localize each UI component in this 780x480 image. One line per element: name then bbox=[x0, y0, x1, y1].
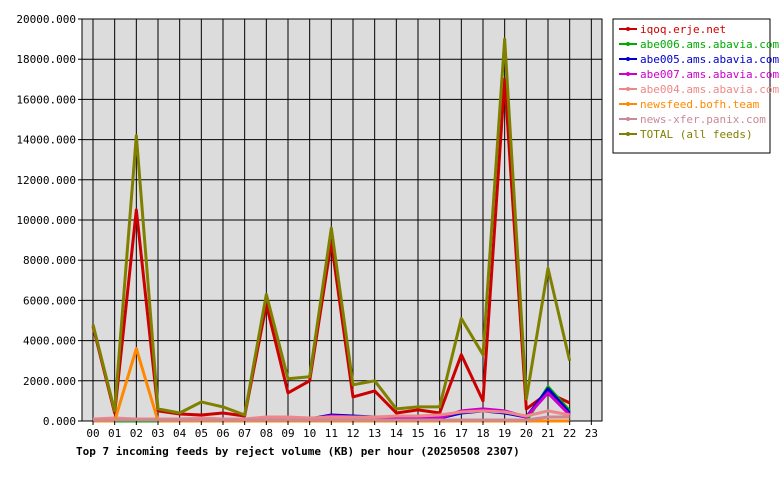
x-tick-label: 04 bbox=[173, 427, 187, 440]
x-tick-label: 12 bbox=[346, 427, 359, 440]
y-tick-label: 0.000 bbox=[43, 415, 76, 428]
legend: iqoq.erje.net abe006.ams.abavia.com abe005… bbox=[612, 18, 779, 154]
x-tick-label: 13 bbox=[368, 427, 381, 440]
x-tick-label: 03 bbox=[151, 427, 164, 440]
x-tick-label: 02 bbox=[130, 427, 143, 440]
legend-label-abe007-ams-abavia-com: abe007.ams.abavia.com bbox=[640, 68, 779, 81]
legend-marker-abe007-ams-abavia-com bbox=[626, 72, 630, 76]
y-tick-label: 4000.000 bbox=[23, 335, 76, 348]
legend-label-abe006-ams-abavia-com: abe006.ams.abavia.com bbox=[640, 38, 779, 51]
legend-marker-abe005-ams-abavia-com bbox=[626, 57, 630, 61]
x-tick-label: 09 bbox=[281, 427, 294, 440]
x-tick-label: 01 bbox=[108, 427, 121, 440]
x-tick-label: 06 bbox=[216, 427, 229, 440]
legend-label-abe005-ams-abavia-com: abe005.ams.abavia.com bbox=[640, 53, 779, 66]
legend-label-iqoq-erje-net: iqoq.erje.net bbox=[640, 23, 726, 36]
x-tick-label: 07 bbox=[238, 427, 251, 440]
legend-marker-iqoq-erje-net bbox=[626, 27, 630, 31]
x-tick-label: 17 bbox=[455, 427, 468, 440]
y-tick-label: 14000.000 bbox=[16, 134, 76, 147]
x-tick-label: 20 bbox=[520, 427, 533, 440]
y-tick-label: 10000.000 bbox=[16, 214, 76, 227]
x-tick-label: 19 bbox=[498, 427, 511, 440]
x-tick-label: 00 bbox=[86, 427, 99, 440]
chart-container: 00 01 02 03 04 05 06 07 08 09 10 11 12 13 14 15 16 17 18 19… bbox=[0, 0, 780, 480]
y-tick-label: 6000.000 bbox=[23, 294, 76, 307]
legend-marker-news-xfer-panix-com bbox=[626, 117, 630, 121]
y-tick-label: 20000.000 bbox=[16, 13, 76, 26]
chart-title: Top 7 incoming feeds by reject volume (K… bbox=[76, 445, 520, 458]
x-tick-label: 05 bbox=[195, 427, 208, 440]
y-tick-label: 12000.000 bbox=[16, 174, 76, 187]
x-tick-label: 21 bbox=[541, 427, 554, 440]
x-tick-label: 14 bbox=[390, 427, 404, 440]
legend-marker-abe006-ams-abavia-com bbox=[626, 42, 630, 46]
x-tick-label: 22 bbox=[563, 427, 576, 440]
x-tick-label: 23 bbox=[585, 427, 598, 440]
legend-label-news-xfer-panix-com: news-xfer.panix.com bbox=[640, 113, 766, 126]
y-tick-label: 8000.000 bbox=[23, 254, 76, 267]
legend-marker-total-all-feeds bbox=[626, 132, 630, 136]
legend-label-total-all-feeds: TOTAL (all feeds) bbox=[640, 128, 753, 141]
x-tick-label: 08 bbox=[260, 427, 273, 440]
legend-label-newsfeed-bofh-team: newsfeed.bofh.team bbox=[640, 98, 760, 111]
x-tick-label: 15 bbox=[411, 427, 424, 440]
y-tick-label: 18000.000 bbox=[16, 53, 76, 66]
line-chart: 00 01 02 03 04 05 06 07 08 09 10 11 12 13 14 15 16 17 18 19… bbox=[16, 13, 779, 458]
legend-marker-newsfeed-bofh-team bbox=[626, 102, 630, 106]
legend-label-abe004-ams-abavia-com: abe004.ams.abavia.com bbox=[640, 83, 779, 96]
x-tick-label: 10 bbox=[303, 427, 316, 440]
x-tick-label: 11 bbox=[325, 427, 338, 440]
x-tick-label: 16 bbox=[433, 427, 446, 440]
x-tick-label: 18 bbox=[476, 427, 489, 440]
y-tick-label: 2000.000 bbox=[23, 375, 76, 388]
y-tick-label: 16000.000 bbox=[16, 93, 76, 106]
legend-marker-abe004-ams-abavia-com bbox=[626, 87, 630, 91]
